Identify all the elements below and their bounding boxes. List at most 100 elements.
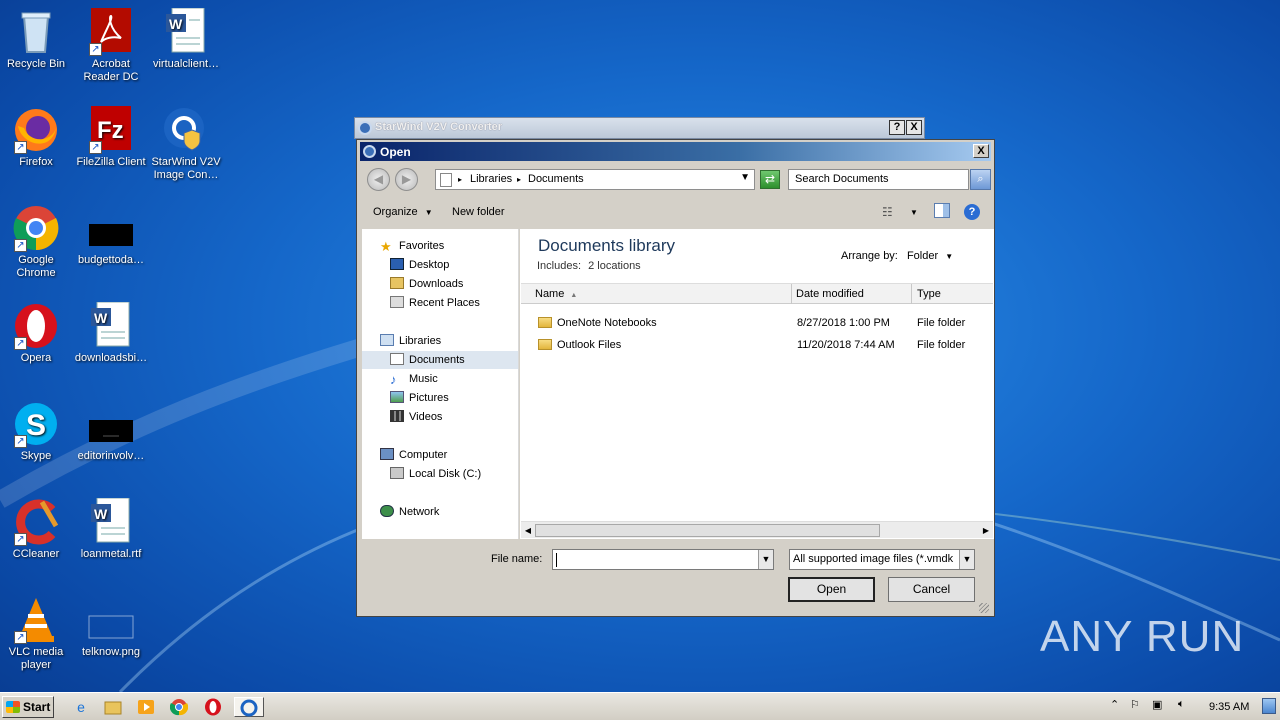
png-file-icon [87,596,135,644]
nav-music[interactable]: ♪ Music [390,370,438,388]
libraries-icon [380,334,394,346]
media-player-icon[interactable] [135,697,157,717]
nav-libraries[interactable]: Libraries [380,332,441,350]
dialog-close-button[interactable]: X [973,144,989,158]
file-type-filter[interactable]: All supported image files (*.vmdk ▼ [789,549,975,570]
preview-pane-button[interactable] [934,203,950,221]
desktop-icon-starwind[interactable]: StarWind V2V Image Con… [148,106,224,182]
close-button[interactable]: X [906,120,922,135]
refresh-button[interactable]: ⇄ [760,170,780,189]
nav-pictures[interactable]: Pictures [390,389,449,407]
column-type[interactable]: Type [912,284,993,304]
recent-places-icon [390,296,404,308]
nav-local-disk[interactable]: Local Disk (C:) [390,465,481,483]
search-input[interactable]: Search Documents [788,169,969,190]
explorer-icon[interactable] [102,697,124,717]
column-name[interactable]: Name ▲ [521,284,792,304]
view-dropdown-icon[interactable]: ▼ [910,208,918,217]
desktop-icon-vlc[interactable]: ↗ VLC media player [0,596,74,672]
nav-videos[interactable]: Videos [390,408,442,426]
horizontal-scrollbar[interactable]: ◀ ▶ [521,521,993,538]
help-icon[interactable]: ? [964,204,980,220]
nav-label: Downloads [409,278,464,290]
recycle-bin-icon [12,8,60,56]
column-date-modified[interactable]: Date modified [792,284,912,304]
view-options-icon[interactable]: ☷ [882,205,893,219]
scroll-left-icon[interactable]: ◀ [521,523,535,538]
starwind-taskbar-icon[interactable] [234,697,264,717]
search-button[interactable]: ⌕ [970,169,991,190]
library-includes: Includes: 2 locations [537,260,641,272]
back-button[interactable]: ◀ [367,168,390,191]
desktop-icon-chrome[interactable]: ↗ Google Chrome [0,204,74,280]
desktop-icon-filezilla[interactable]: Fz ↗ FileZilla Client [73,106,149,169]
desktop-icon-label: loanmetal.rtf [80,548,142,560]
desktop-icon-downloadsbi[interactable]: W downloadsbi… [73,301,149,365]
starwind-v2v-window[interactable]: StarWind V2V Converter ? X [354,117,925,139]
desktop-icon-editorinvolv[interactable]: editorinvolv… [73,400,149,463]
chrome-taskbar-icon[interactable] [168,697,190,717]
ie-icon[interactable]: e [70,697,92,717]
date-cell: 11/20/2018 7:44 AM [797,339,895,351]
desktop-icon-virtualclient[interactable]: W virtualclient… [148,7,224,71]
desktop-icon-label: Recycle Bin [6,58,66,70]
breadcrumb-libraries[interactable]: Libraries [470,173,512,185]
desktop-icon-skype[interactable]: S ↗ Skype [0,400,74,463]
desktop-icon-loanmetal[interactable]: W loanmetal.rtf [73,497,149,561]
file-name-dropdown-icon[interactable]: ▼ [758,550,773,569]
nav-network[interactable]: Network [380,503,439,521]
cancel-button[interactable]: Cancel [888,577,975,602]
firefox-icon: ↗ [12,106,60,154]
filter-dropdown-icon[interactable]: ▼ [959,550,974,569]
start-button[interactable]: Start [2,696,54,718]
nav-favorites[interactable]: ★ Favorites [380,237,444,255]
open-button[interactable]: Open [788,577,875,602]
help-button[interactable]: ? [889,120,905,135]
shortcut-arrow-icon: ↗ [14,239,27,252]
file-name-cell: Outlook Files [538,335,621,355]
scroll-right-icon[interactable]: ▶ [979,523,993,538]
desktop-icon-opera[interactable]: ↗ Opera [0,302,74,365]
opera-taskbar-icon[interactable] [202,697,224,717]
file-list-pane: Documents library Includes: 2 locations … [520,229,994,539]
desktop-icon-firefox[interactable]: ↗ Firefox [0,106,74,169]
scrollbar-thumb[interactable] [535,524,880,537]
file-row[interactable]: Outlook Files 11/20/2018 7:44 AM File fo… [521,335,993,355]
show-desktop-button[interactable] [1262,698,1276,714]
shortcut-arrow-icon: ↗ [89,141,102,154]
locations-link[interactable]: 2 locations [588,260,641,272]
type-cell: File folder [917,317,966,329]
file-row[interactable]: OneNote Notebooks 8/27/2018 1:00 PM File… [521,313,993,333]
type-cell: File folder [917,339,966,351]
chevron-down-icon: ▼ [945,252,954,261]
clock[interactable]: 9:35 AM [1209,701,1249,713]
nav-downloads[interactable]: Downloads [390,275,463,293]
start-label: Start [23,700,51,714]
nav-recent-places[interactable]: Recent Places [390,294,480,312]
forward-button[interactable]: ▶ [395,168,418,191]
desktop-icon-telknow[interactable]: telknow.png [73,596,149,659]
nav-computer[interactable]: Computer [380,446,447,464]
address-dropdown-icon[interactable]: ▼ [740,172,750,183]
desktop-icon-label: Skype [20,450,52,462]
desktop-icon-budgettoda[interactable]: budgettoda… [73,204,149,267]
nav-documents[interactable]: Documents [362,351,518,369]
breadcrumb-documents[interactable]: Documents [528,173,584,185]
arrange-dropdown[interactable]: Folder ▼ [907,250,953,262]
resize-grip[interactable] [979,603,989,613]
breadcrumb-separator-icon: ▸ [517,175,522,184]
vlc-icon: ↗ [12,596,60,644]
documents-icon [390,353,404,365]
dialog-title: Open [380,145,411,159]
nav-desktop[interactable]: Desktop [390,256,449,274]
file-name-input[interactable]: ▼ [552,549,774,570]
desktop-icon-recycle-bin[interactable]: Recycle Bin [0,8,74,71]
organize-button[interactable]: Organize ▼ [373,206,433,218]
address-bar[interactable]: ▸ Libraries ▸ Documents ▼ [435,169,755,190]
filezilla-icon: Fz ↗ [87,106,135,154]
svg-text:W: W [94,310,108,326]
new-folder-button[interactable]: New folder [452,206,505,218]
desktop-icon-acrobat[interactable]: ↗ Acrobat Reader DC [73,8,149,84]
desktop-icon-ccleaner[interactable]: ↗ CCleaner [0,498,74,561]
shortcut-arrow-icon: ↗ [14,435,27,448]
